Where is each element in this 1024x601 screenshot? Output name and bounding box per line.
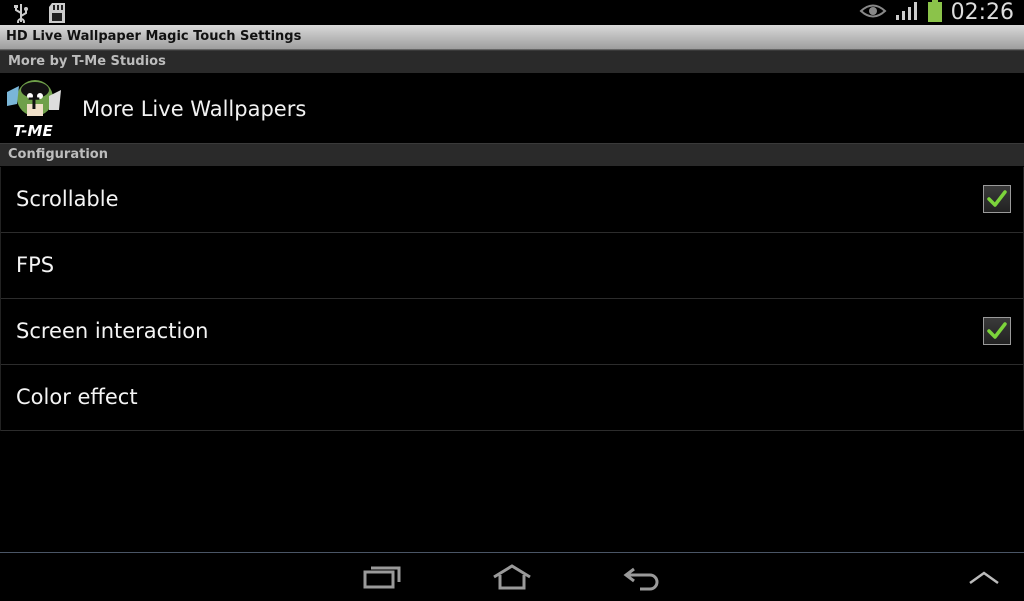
navigation-bar	[0, 552, 1024, 601]
home-button[interactable]	[488, 561, 536, 593]
recent-apps-icon	[363, 566, 401, 589]
checkmark-icon	[987, 322, 1007, 339]
checkmark-icon	[987, 190, 1007, 207]
section-header-label: Configuration	[8, 147, 108, 162]
up-arrow-button[interactable]	[960, 561, 1008, 593]
more-live-wallpapers-label: More Live Wallpapers	[82, 97, 307, 121]
more-live-wallpapers-item[interactable]: T T-ME More Live Wallpapers	[0, 73, 1024, 143]
section-header-configuration: Configuration	[0, 143, 1024, 166]
back-icon	[623, 567, 659, 591]
signal-icon	[895, 1, 919, 25]
home-icon	[493, 564, 531, 590]
pref-screen-interaction[interactable]: Screen interaction	[1, 299, 1023, 365]
section-header-more: More by T-Me Studios	[0, 50, 1024, 73]
battery-icon	[927, 0, 943, 27]
tme-logo-icon: T T-ME	[3, 76, 63, 140]
pref-label: Screen interaction	[16, 319, 209, 343]
svg-text:T: T	[29, 94, 40, 113]
pref-label: Color effect	[16, 385, 138, 409]
pref-label: FPS	[16, 253, 55, 277]
status-bar: 02:26	[0, 0, 1024, 27]
pref-label: Scrollable	[16, 187, 119, 211]
svg-text:T-ME: T-ME	[13, 122, 53, 140]
pref-fps[interactable]: FPS	[1, 233, 1023, 299]
back-button[interactable]	[618, 561, 666, 593]
pref-scrollable[interactable]: Scrollable	[1, 167, 1023, 233]
clock: 02:26	[950, 0, 1014, 25]
window-title: HD Live Wallpaper Magic Touch Settings	[6, 29, 302, 44]
title-bar: HD Live Wallpaper Magic Touch Settings	[0, 25, 1024, 50]
eye-icon	[859, 2, 887, 24]
pref-color-effect[interactable]: Color effect	[1, 365, 1023, 431]
up-arrow-icon	[969, 571, 999, 585]
scrollable-checkbox[interactable]	[983, 185, 1011, 213]
configuration-list: Scrollable FPS Screen interaction Color …	[0, 167, 1024, 431]
screen-interaction-checkbox[interactable]	[983, 317, 1011, 345]
recent-apps-button[interactable]	[358, 561, 406, 593]
section-header-label: More by T-Me Studios	[8, 54, 166, 69]
usb-icon	[12, 3, 30, 27]
